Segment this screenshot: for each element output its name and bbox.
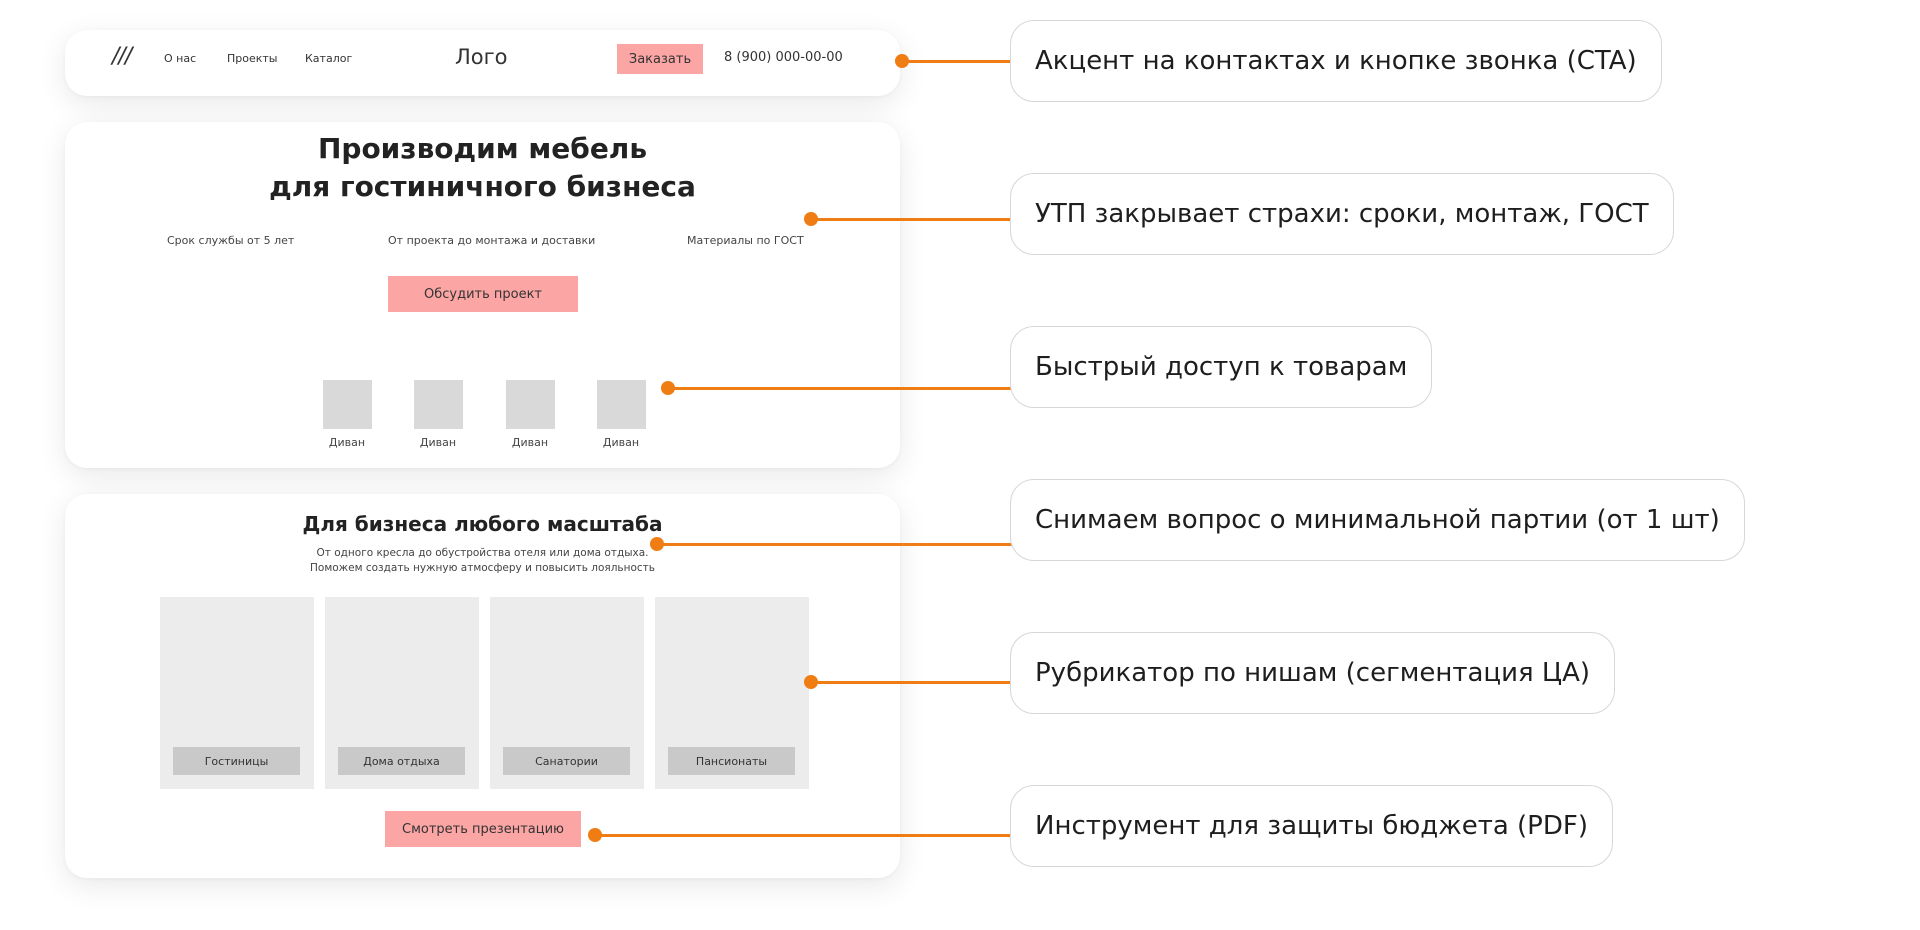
business-subtitle-line-1: От одного кресла до обустройства отеля и… (316, 547, 649, 559)
business-wireframe-card: Для бизнеса любого масштаба От одного кр… (65, 494, 900, 878)
product-item[interactable]: Диван (595, 380, 647, 449)
callout-budget-tool: Инструмент для защиты бюджета (PDF) (1010, 785, 1613, 867)
callout-niche-rubricator: Рубрикатор по нишам (сегментация ЦА) (1010, 632, 1616, 714)
product-name: Диван (511, 436, 549, 449)
connector-dot (804, 675, 818, 689)
product-name: Диван (419, 436, 457, 449)
connector-dot (895, 54, 909, 68)
callout-contacts-cta: Акцент на контактах и кнопке звонка (CTA… (1010, 20, 1662, 102)
connector-line (811, 218, 1012, 221)
connector-dot (650, 537, 664, 551)
product-name: Диван (328, 436, 366, 449)
business-subtitle: От одного кресла до обустройства отеля и… (65, 546, 900, 576)
hero-wireframe-card: Производим мебель для гостиничного бизне… (65, 122, 900, 468)
view-presentation-button[interactable]: Смотреть презентацию (385, 811, 581, 847)
product-item[interactable]: Диван (504, 380, 556, 449)
logo[interactable]: Лого (455, 45, 508, 69)
hero-title-line-2: для гостиничного бизнеса (269, 170, 696, 203)
connector-dot (588, 828, 602, 842)
connector-dot (804, 212, 818, 226)
callout-quick-access: Быстрый доступ к товарам (1010, 326, 1433, 408)
connector-line (668, 387, 1012, 390)
product-thumbnail (505, 380, 555, 429)
connector-dot (661, 381, 675, 395)
nav-link-catalog[interactable]: Каталог (305, 52, 352, 65)
product-thumbnail (596, 380, 646, 429)
product-item[interactable]: Диван (412, 380, 464, 449)
phone-number[interactable]: 8 (900) 000-00-00 (724, 50, 843, 65)
connector-line (902, 60, 1012, 63)
connector-line (595, 834, 1012, 837)
product-item[interactable]: Диван (321, 380, 373, 449)
callout-min-batch: Снимаем вопрос о минимальной партии (от … (1010, 479, 1745, 561)
niche-card-boarding-houses[interactable]: Пансионаты (655, 597, 809, 789)
feature-service-life: Срок службы от 5 лет (167, 234, 295, 247)
discuss-project-button[interactable]: Обсудить проект (388, 276, 578, 312)
niche-label: Пансионаты (668, 747, 795, 775)
product-thumbnail (413, 380, 463, 429)
niche-card-sanatoriums[interactable]: Санатории (490, 597, 644, 789)
connector-line (657, 543, 1012, 546)
product-thumbnail (322, 380, 372, 429)
niche-label: Гостиницы (173, 747, 300, 775)
hero-title: Производим мебель для гостиничного бизне… (65, 130, 900, 206)
hero-title-line-1: Производим мебель (317, 132, 648, 165)
header-wireframe-card: /// О нас Проекты Каталог Лого Заказать … (65, 30, 900, 96)
business-subtitle-line-2: Поможем создать нужную атмосферу и повыс… (310, 562, 655, 574)
callout-usp: УТП закрывает страхи: сроки, монтаж, ГОС… (1010, 173, 1674, 255)
order-button[interactable]: Заказать (617, 44, 703, 74)
nav-link-projects[interactable]: Проекты (227, 52, 278, 65)
business-title: Для бизнеса любого масштаба (302, 512, 663, 536)
niche-label: Дома отдыха (338, 747, 465, 775)
nav-link-about[interactable]: О нас (164, 52, 196, 65)
connector-line (811, 681, 1012, 684)
feature-gost-materials: Материалы по ГОСТ (687, 234, 804, 247)
product-name: Диван (602, 436, 640, 449)
feature-project-to-install: От проекта до монтажа и доставки (388, 234, 596, 247)
niche-label: Санатории (503, 747, 630, 775)
niche-card-rest-houses[interactable]: Дома отдыха (325, 597, 479, 789)
menu-icon[interactable]: /// (112, 44, 132, 69)
niche-card-hotels[interactable]: Гостиницы (160, 597, 314, 789)
